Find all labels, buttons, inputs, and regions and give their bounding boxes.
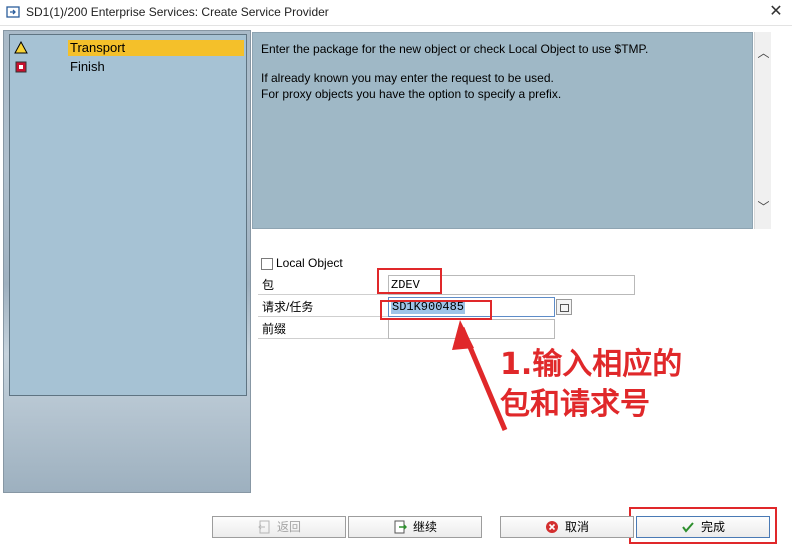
- finish-label: 完成: [700, 520, 725, 534]
- cancel-button[interactable]: 取消: [500, 516, 634, 538]
- request-label: 请求/任务: [258, 297, 388, 317]
- warning-triangle-icon: [14, 41, 28, 54]
- close-button[interactable]: ✕: [766, 2, 786, 22]
- annotation-line-2: 包和请求号: [500, 387, 650, 422]
- value-help-icon[interactable]: [556, 299, 572, 315]
- instruction-scrollbar[interactable]: ︿ ﹀: [754, 32, 771, 229]
- local-object-checkbox[interactable]: [261, 258, 273, 270]
- scroll-down-icon[interactable]: ﹀: [755, 198, 772, 216]
- step-label-finish: Finish: [70, 59, 105, 74]
- package-label: 包: [258, 275, 388, 295]
- instruction-line-1: Enter the package for the new object or …: [261, 42, 649, 56]
- annotation-arrow-icon: [452, 320, 508, 431]
- back-label: 返回: [276, 520, 301, 534]
- local-object-label: Local Object: [276, 256, 343, 270]
- transport-form: Local Object 包 ZDEV 请求/任务 SD1K900485 前缀: [252, 245, 772, 355]
- step-item-finish[interactable]: Finish: [10, 58, 246, 76]
- scroll-up-icon[interactable]: ︿: [755, 44, 772, 62]
- instruction-line-3: For proxy objects you have the option to…: [261, 87, 562, 101]
- annotation-line-1: 1.输入相应的: [500, 347, 683, 382]
- back-button[interactable]: 返回: [212, 516, 346, 538]
- checkmark-icon: [682, 522, 694, 533]
- wizard-step-panel: Transport Finish: [3, 30, 251, 493]
- annotation-text: 1.输入相应的 包和请求号: [500, 345, 682, 425]
- window-title: SD1(1)/200 Enterprise Services: Create S…: [26, 5, 329, 19]
- instruction-panel: Enter the package for the new object or …: [252, 32, 753, 229]
- cancel-label: 取消: [564, 520, 589, 534]
- step-label-transport: Transport: [68, 40, 244, 56]
- sap-window-icon: [6, 6, 20, 18]
- red-stop-icon: [15, 61, 27, 73]
- continue-label: 继续: [412, 520, 437, 534]
- finish-button[interactable]: 完成: [636, 516, 770, 538]
- prefix-label: 前缀: [258, 319, 388, 339]
- title-bar: SD1(1)/200 Enterprise Services: Create S…: [0, 0, 792, 26]
- cancel-icon: [545, 521, 558, 533]
- back-icon: [258, 520, 270, 534]
- step-item-transport[interactable]: Transport: [10, 39, 246, 57]
- step-list: Transport Finish: [9, 34, 247, 396]
- instruction-line-2: If already known you may enter the reque…: [261, 71, 554, 85]
- continue-button[interactable]: 继续: [348, 516, 482, 538]
- continue-icon: [394, 520, 407, 534]
- highlight-package: [377, 268, 442, 294]
